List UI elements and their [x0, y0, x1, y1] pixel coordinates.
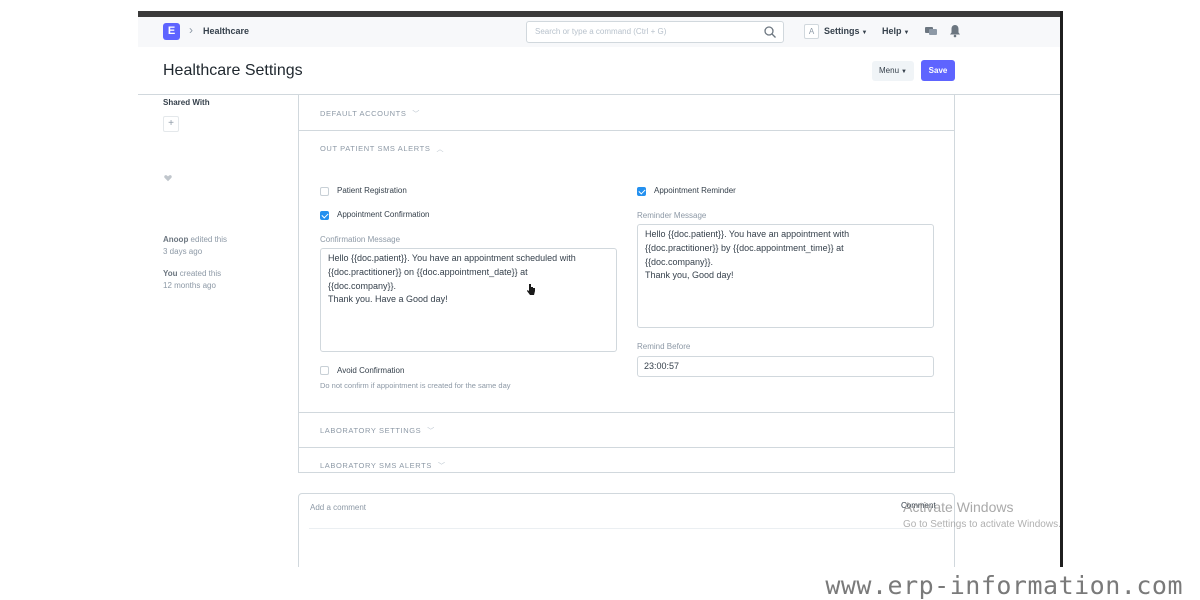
activity-time: 12 months ago	[163, 281, 216, 290]
section-laboratory-settings[interactable]: LABORATORY SETTINGS ﹀	[320, 426, 435, 436]
patient-registration-label: Patient Registration	[337, 186, 407, 195]
window-right-border	[1060, 11, 1063, 567]
settings-form: DEFAULT ACCOUNTS ﹀ OUT PATIENT SMS ALERTS…	[298, 95, 955, 473]
add-share-button[interactable]: +	[163, 116, 179, 132]
heart-icon[interactable]	[164, 174, 172, 182]
remind-before-label: Remind Before	[637, 342, 691, 351]
breadcrumb-healthcare[interactable]: Healthcare	[203, 26, 249, 36]
save-button[interactable]: Save	[921, 60, 955, 81]
remind-before-input[interactable]: 23:00:57	[637, 356, 934, 377]
confirmation-message-textarea[interactable]: Hello {{doc.patient}}. You have an appoi…	[320, 248, 617, 352]
mouse-cursor-icon	[527, 284, 535, 295]
settings-dropdown[interactable]: Settings ▼	[824, 26, 867, 36]
section-divider	[299, 412, 954, 413]
avoid-confirmation-label: Avoid Confirmation	[337, 366, 405, 375]
section-divider	[299, 130, 954, 131]
activity-time: 3 days ago	[163, 247, 203, 256]
section-laboratory-sms-alerts[interactable]: LABORATORY SMS ALERTS ﹀	[320, 461, 446, 471]
chevron-up-icon: ︿	[436, 146, 445, 153]
reminder-message-label: Reminder Message	[637, 211, 707, 220]
patient-registration-checkbox[interactable]	[320, 187, 329, 196]
activity-user[interactable]: You	[163, 269, 178, 278]
user-avatar[interactable]: A	[804, 24, 819, 39]
section-title: DEFAULT ACCOUNTS	[320, 109, 407, 118]
section-title: LABORATORY SETTINGS	[320, 426, 422, 435]
section-divider	[299, 447, 954, 448]
appointment-confirmation-label: Appointment Confirmation	[337, 210, 430, 219]
chevron-down-icon: ▼	[903, 30, 910, 36]
activity-item: Anoop edited this 3 days ago	[163, 234, 227, 258]
appointment-reminder-label: Appointment Reminder	[654, 186, 736, 195]
breadcrumb-chevron-icon: ›	[189, 23, 193, 37]
shared-with-label: Shared With	[163, 98, 210, 107]
avoid-confirmation-help: Do not confirm if appointment is created…	[320, 381, 511, 390]
section-out-patient-sms-alerts[interactable]: OUT PATIENT SMS ALERTS ︿	[320, 144, 444, 154]
settings-label: Settings	[824, 26, 860, 36]
activity-item: You created this 12 months ago	[163, 268, 221, 292]
chevron-down-icon: ▼	[901, 69, 907, 75]
section-title: LABORATORY SMS ALERTS	[320, 461, 432, 470]
activity-user[interactable]: Anoop	[163, 235, 188, 244]
app-logo[interactable]: E	[163, 23, 180, 40]
activity-action: edited this	[188, 235, 228, 244]
avoid-confirmation-checkbox[interactable]	[320, 366, 329, 375]
activate-windows-subtitle: Go to Settings to activate Windows.	[903, 519, 1061, 530]
activity-action: created this	[177, 269, 222, 278]
site-watermark: www.erp-information.com	[825, 571, 1183, 600]
section-default-accounts[interactable]: DEFAULT ACCOUNTS ﹀	[320, 109, 420, 119]
comment-box[interactable]: Add a comment Comment	[298, 493, 955, 567]
chevron-down-icon: ﹀	[437, 463, 446, 470]
comment-placeholder: Add a comment	[310, 503, 367, 512]
bell-icon[interactable]	[949, 24, 961, 38]
app-window: E › Healthcare Search or type a command …	[138, 11, 1062, 567]
chevron-down-icon: ﹀	[412, 111, 421, 118]
chevron-down-icon: ▼	[861, 30, 868, 36]
comment-input-divider	[309, 528, 944, 529]
appointment-confirmation-checkbox[interactable]	[320, 211, 329, 220]
notes-icon[interactable]	[924, 24, 938, 38]
navbar: E › Healthcare Search or type a command …	[138, 17, 1060, 47]
search-input[interactable]: Search or type a command (Ctrl + G)	[526, 21, 784, 43]
page-title: Healthcare Settings	[163, 62, 303, 79]
help-dropdown[interactable]: Help ▼	[882, 26, 909, 36]
search-placeholder: Search or type a command (Ctrl + G)	[535, 27, 667, 36]
menu-label: Menu	[879, 66, 900, 75]
confirmation-message-label: Confirmation Message	[320, 235, 401, 244]
help-label: Help	[882, 26, 902, 36]
search-icon[interactable]	[763, 25, 777, 39]
section-title: OUT PATIENT SMS ALERTS	[320, 144, 431, 153]
reminder-message-textarea[interactable]: Hello {{doc.patient}}. You have an appoi…	[637, 224, 934, 328]
appointment-reminder-checkbox[interactable]	[637, 187, 646, 196]
chevron-down-icon: ﹀	[427, 428, 435, 435]
menu-button[interactable]: Menu ▼	[872, 61, 914, 81]
activate-windows-title: Activate Windows	[903, 499, 1014, 515]
